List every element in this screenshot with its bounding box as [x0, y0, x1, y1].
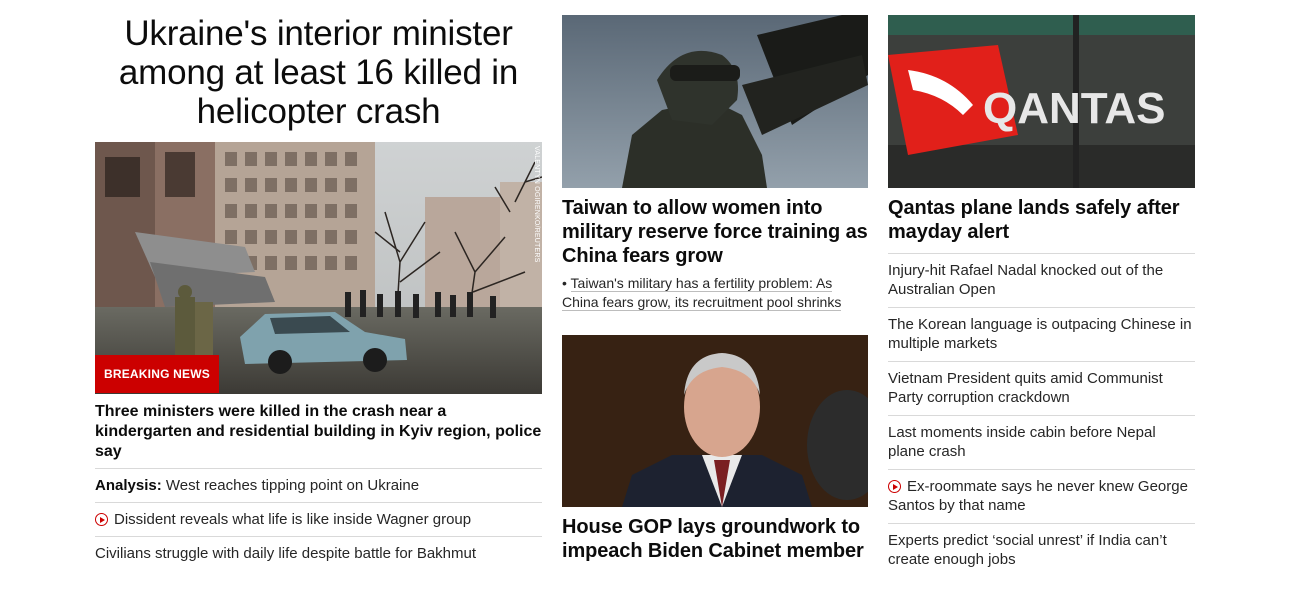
lead-link-bakhmut[interactable]: Civilians struggle with daily life despi… — [95, 536, 542, 570]
analysis-label: Analysis: — [95, 477, 162, 494]
mayorkas-photo — [562, 335, 868, 507]
lead-image[interactable]: VALENTYN OGIRENKO/REUTERS BREAKING NEWS — [95, 142, 542, 394]
taiwan-headline[interactable]: Taiwan to allow women into military rese… — [562, 196, 868, 268]
middle-column: Taiwan to allow women into military rese… — [562, 15, 868, 569]
right-link-santos[interactable]: Ex-roommate says he never knew George Sa… — [888, 469, 1195, 523]
right-link-nadal[interactable]: Injury-hit Rafael Nadal knocked out of t… — [888, 253, 1195, 307]
lead-link-analysis[interactable]: Analysis: West reaches tipping point on … — [95, 468, 542, 502]
lead-link-text: West reaches tipping point on Ukraine — [165, 477, 420, 494]
qantas-sign-text: QANTAS — [983, 84, 1166, 133]
right-link-text: The Korean language is outpacing Chinese… — [888, 316, 1192, 352]
right-link-india[interactable]: Experts predict ‘social unrest’ if India… — [888, 523, 1195, 577]
right-link-text: Injury-hit Rafael Nadal knocked out of t… — [888, 262, 1164, 298]
lead-headline[interactable]: Ukraine's interior minister among at lea… — [95, 14, 542, 131]
right-link-text: Last moments inside cabin before Nepal p… — [888, 424, 1156, 460]
right-link-vietnam[interactable]: Vietnam President quits amid Communist P… — [888, 361, 1195, 415]
right-link-korean[interactable]: The Korean language is outpacing Chinese… — [888, 307, 1195, 361]
lead-link-text: Dissident reveals what life is like insi… — [114, 511, 472, 528]
right-link-text: Vietnam President quits amid Communist P… — [888, 370, 1163, 406]
play-video-icon — [95, 513, 108, 526]
lead-story: Ukraine's interior minister among at lea… — [95, 14, 542, 570]
right-link-text: Ex-roommate says he never knew George Sa… — [888, 478, 1188, 514]
photo-credit: VALENTYN OGIRENKO/REUTERS — [533, 146, 540, 263]
gop-headline[interactable]: House GOP lays groundwork to impeach Bid… — [562, 515, 868, 563]
qantas-story-image[interactable]: QANTAS — [888, 15, 1195, 188]
play-video-icon — [888, 480, 901, 493]
soldier-photo — [562, 15, 868, 188]
lead-link-text: Civilians struggle with daily life despi… — [95, 545, 477, 562]
right-link-nepal[interactable]: Last moments inside cabin before Nepal p… — [888, 415, 1195, 469]
qantas-headline[interactable]: Qantas plane lands safely after mayday a… — [888, 196, 1195, 244]
taiwan-related-link[interactable]: • Taiwan's military has a fertility prob… — [562, 274, 868, 312]
lead-link-wagner[interactable]: Dissident reveals what life is like insi… — [95, 502, 542, 536]
breaking-news-badge: BREAKING NEWS — [95, 355, 219, 393]
qantas-sign-photo: QANTAS — [888, 15, 1195, 188]
gop-story-image[interactable] — [562, 335, 868, 507]
right-column: QANTAS Qantas plane lands safely after m… — [888, 15, 1195, 577]
taiwan-related-text: Taiwan's military has a fertility proble… — [562, 275, 842, 311]
taiwan-story-image[interactable] — [562, 15, 868, 188]
right-link-text: Experts predict ‘social unrest’ if India… — [888, 532, 1167, 568]
lead-summary[interactable]: Three ministers were killed in the crash… — [95, 402, 542, 462]
